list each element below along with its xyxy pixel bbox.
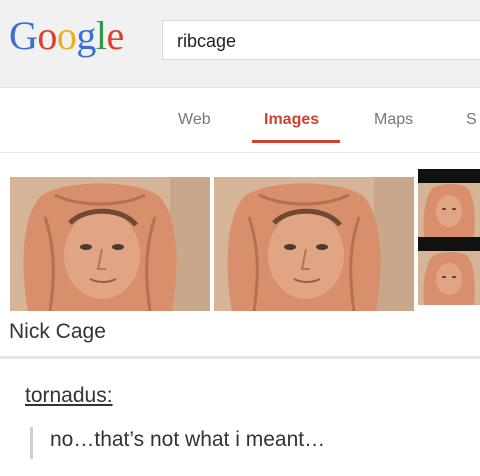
logo-letter: g (76, 13, 96, 58)
result-image-3[interactable] (418, 169, 480, 237)
reply-text: no…that’s not what i meant… (50, 428, 326, 451)
tab-more[interactable]: S (466, 111, 477, 129)
logo-letter: o (56, 13, 77, 58)
tab-images[interactable]: Images (264, 111, 319, 129)
result-title[interactable]: Nick Cage (9, 320, 106, 344)
google-logo[interactable]: Google (9, 14, 124, 58)
quote-bar (30, 427, 33, 459)
reply-username[interactable]: tornadus: (25, 384, 113, 408)
logo-letter: l (95, 13, 107, 58)
logo-letter: G (9, 13, 38, 58)
tumblr-reply: tornadus: no…that’s not what i meant… (0, 362, 480, 476)
image-result-card: Nick Cage (0, 153, 480, 359)
tab-maps[interactable]: Maps (374, 111, 413, 129)
result-image-1[interactable] (10, 177, 210, 311)
tab-web[interactable]: Web (178, 111, 211, 129)
logo-letter: e (106, 13, 125, 58)
google-header: Google (0, 0, 480, 88)
search-input[interactable] (177, 29, 477, 53)
search-box[interactable] (162, 20, 480, 60)
logo-letter: o (37, 13, 57, 58)
search-tabs: Web Images Maps S (0, 89, 480, 153)
active-tab-underline (252, 140, 340, 143)
result-image-2[interactable] (214, 177, 414, 311)
result-image-4[interactable] (418, 237, 480, 305)
